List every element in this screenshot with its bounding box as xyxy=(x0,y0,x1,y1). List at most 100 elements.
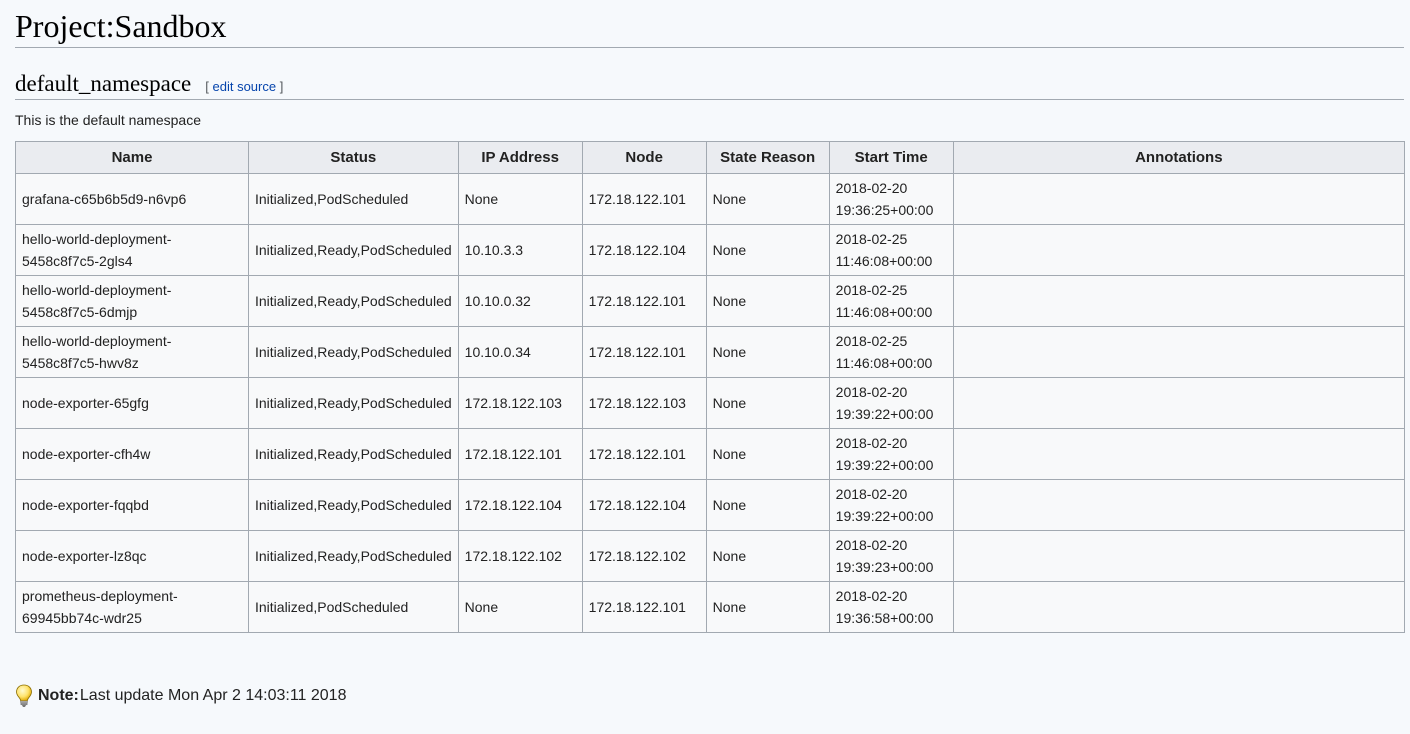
start-time-cell-line: 2018-02-20 xyxy=(835,486,908,502)
annotations-cell xyxy=(952,224,1406,276)
lightbulb-icon xyxy=(15,684,33,708)
annotations-cell xyxy=(952,581,1406,633)
annotations-cell xyxy=(952,326,1406,378)
status-cell: Initialized,Ready,PodScheduled xyxy=(248,275,459,327)
start-time-cell-line: 19:39:22+00:00 xyxy=(835,406,934,422)
pod-name-cell: hello-world-deployment- 5458c8f7c5-2gls4 xyxy=(15,224,249,276)
start-time-cell: 2018-02-25 11:46:08+00:00 xyxy=(828,326,954,378)
start-time-cell-line: 19:39:23+00:00 xyxy=(835,559,934,575)
status-cell: Initialized,Ready,PodScheduled xyxy=(248,326,459,378)
annotations-cell xyxy=(952,275,1406,327)
node-cell: 172.18.122.101 xyxy=(581,428,707,480)
pod-name-cell: node-exporter-cfh4w xyxy=(15,428,249,480)
pod-name-cell-line: 69945bb74c-wdr25 xyxy=(22,610,142,626)
table-body: grafana-c65b6b5d9-n6vp6 Initialized,PodSc… xyxy=(15,173,1406,633)
node-cell: 172.18.122.101 xyxy=(581,173,707,225)
note-label: Note: xyxy=(38,687,79,704)
pod-name-cell: hello-world-deployment- 5458c8f7c5-hwv8z xyxy=(15,326,249,378)
note-text: Last update Mon Apr 2 14:03:11 2018 xyxy=(79,687,347,704)
page-content: Project:Sandbox default_namespace [ edit… xyxy=(0,0,1410,633)
ip-address-cell: None xyxy=(457,581,583,633)
node-cell: 172.18.122.101 xyxy=(581,581,707,633)
ip-address-cell: 10.10.0.32 xyxy=(457,275,583,327)
pod-name-cell-line: hello-world-deployment- xyxy=(22,282,172,298)
pod-name-cell: prometheus-deployment- 69945bb74c-wdr25 xyxy=(15,581,249,633)
pod-name-cell: node-exporter-65gfg xyxy=(15,377,249,429)
node-cell: 172.18.122.103 xyxy=(581,377,707,429)
column-header: State Reason xyxy=(705,141,830,174)
ip-address-cell: 172.18.122.103 xyxy=(457,377,583,429)
pod-name-cell-line: node-exporter-fqqbd xyxy=(22,497,149,513)
pod-name-cell-line: 5458c8f7c5-6dmjp xyxy=(22,304,138,320)
annotations-cell xyxy=(952,479,1406,531)
column-header: Annotations xyxy=(952,141,1406,174)
column-header: IP Address xyxy=(457,141,583,174)
start-time-cell-line: 19:39:22+00:00 xyxy=(835,457,934,473)
table-row: hello-world-deployment- 5458c8f7c5-hwv8z I… xyxy=(15,326,1406,378)
pod-name-cell-line: node-exporter-65gfg xyxy=(22,395,149,411)
node-cell: 172.18.122.101 xyxy=(581,326,707,378)
start-time-cell-line: 11:46:08+00:00 xyxy=(835,304,933,320)
status-cell: Initialized,Ready,PodScheduled xyxy=(248,479,459,531)
pod-name-cell: hello-world-deployment- 5458c8f7c5-6dmjp xyxy=(15,275,249,327)
start-time-cell-line: 2018-02-25 xyxy=(835,282,908,298)
status-cell: Initialized,Ready,PodScheduled xyxy=(248,428,459,480)
state-reason-cell: None xyxy=(705,326,830,378)
table-row: node-exporter-65gfg Initialized,Ready,Pod… xyxy=(15,377,1406,429)
pods-table: Name Status IP Address Node State Reason Star… xyxy=(15,141,1406,633)
annotations-cell xyxy=(952,428,1406,480)
pod-name-cell-line: grafana-c65b6b5d9-n6vp6 xyxy=(22,191,187,207)
table-row: hello-world-deployment- 5458c8f7c5-6dmjp I… xyxy=(15,275,1406,327)
start-time-cell-line: 2018-02-25 xyxy=(835,231,908,247)
start-time-cell: 2018-02-25 11:46:08+00:00 xyxy=(828,275,954,327)
start-time-cell-line: 2018-02-20 xyxy=(835,435,908,451)
column-header: Name xyxy=(15,141,249,174)
section-description: This is the default namespace xyxy=(15,112,201,128)
start-time-cell-line: 11:46:08+00:00 xyxy=(835,253,933,269)
status-cell: Initialized,PodScheduled xyxy=(248,581,459,633)
state-reason-cell: None xyxy=(705,581,830,633)
pod-name-cell-line: node-exporter-lz8qc xyxy=(22,548,147,564)
table-row: node-exporter-fqqbd Initialized,Ready,Pod… xyxy=(15,479,1406,531)
ip-address-cell: 10.10.3.3 xyxy=(457,224,583,276)
start-time-cell: 2018-02-20 19:36:58+00:00 xyxy=(828,581,954,633)
start-time-cell-line: 19:39:22+00:00 xyxy=(835,508,934,524)
start-time-cell-line: 2018-02-20 xyxy=(835,384,908,400)
state-reason-cell: None xyxy=(705,224,830,276)
annotations-cell xyxy=(952,173,1406,225)
edit-section: [ edit source ] xyxy=(205,79,283,94)
ip-address-cell: 172.18.122.102 xyxy=(457,530,583,582)
start-time-cell: 2018-02-20 19:39:22+00:00 xyxy=(828,377,954,429)
start-time-cell-line: 2018-02-20 xyxy=(835,180,908,196)
node-cell: 172.18.122.104 xyxy=(581,479,707,531)
ip-address-cell: None xyxy=(457,173,583,225)
pod-name-cell: node-exporter-lz8qc xyxy=(15,530,249,582)
node-cell: 172.18.122.101 xyxy=(581,275,707,327)
annotations-cell xyxy=(952,530,1406,582)
start-time-cell-line: 19:36:25+00:00 xyxy=(835,202,934,218)
annotations-cell xyxy=(952,377,1406,429)
pod-name-cell: node-exporter-fqqbd xyxy=(15,479,249,531)
section-title: default_namespace xyxy=(15,71,192,96)
table-row: prometheus-deployment- 69945bb74c-wdr25 In… xyxy=(15,581,1406,633)
edit-bracket-open: [ xyxy=(205,79,209,94)
pod-name-cell-line: 5458c8f7c5-hwv8z xyxy=(22,355,139,371)
state-reason-cell: None xyxy=(705,530,830,582)
column-header: Node xyxy=(581,141,707,174)
start-time-cell-line: 19:36:58+00:00 xyxy=(835,610,934,626)
table-row: node-exporter-cfh4w Initialized,Ready,Pod… xyxy=(15,428,1406,480)
start-time-cell: 2018-02-20 19:39:22+00:00 xyxy=(828,428,954,480)
status-cell: Initialized,Ready,PodScheduled xyxy=(248,377,459,429)
state-reason-cell: None xyxy=(705,479,830,531)
state-reason-cell: None xyxy=(705,428,830,480)
edit-bracket-close: ] xyxy=(279,79,284,94)
table-header-row: Name Status IP Address Node State Reason Star… xyxy=(15,141,1406,174)
table-row: grafana-c65b6b5d9-n6vp6 Initialized,PodSc… xyxy=(15,173,1406,225)
start-time-cell: 2018-02-25 11:46:08+00:00 xyxy=(828,224,954,276)
pod-name-cell-line: prometheus-deployment- xyxy=(22,588,178,604)
ip-address-cell: 172.18.122.101 xyxy=(457,428,583,480)
edit-source-link[interactable]: edit source xyxy=(213,79,277,94)
pod-name-cell-line: node-exporter-cfh4w xyxy=(22,446,151,462)
pod-name-cell-line: 5458c8f7c5-2gls4 xyxy=(22,253,133,269)
page-title: Project:Sandbox xyxy=(15,0,1404,48)
